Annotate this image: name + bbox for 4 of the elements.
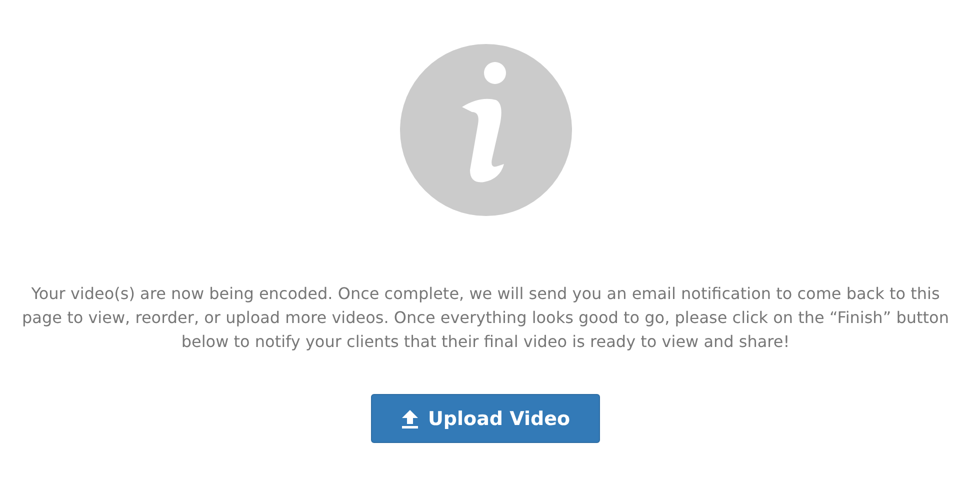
upload-video-button[interactable]: Upload Video: [371, 394, 600, 443]
encoding-message: Your video(s) are now being encoded. Once complete, we will send you an email notification to come back to this page to view, reorder, or upload more videos. Once everything looks good to go, please click on the “Finish” button below to notify your clients that their final video is ready to view and share!: [21, 283, 950, 353]
upload-icon: [400, 408, 419, 428]
info-icon: [400, 44, 572, 216]
